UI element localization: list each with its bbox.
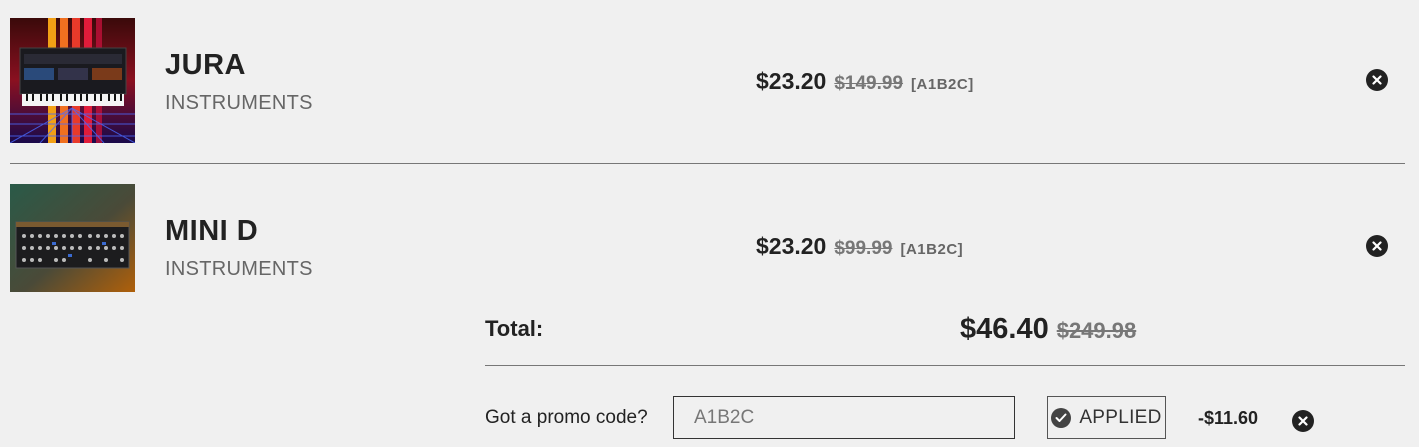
close-icon <box>1372 241 1382 251</box>
product-name[interactable]: MINI D <box>165 215 258 248</box>
promo-code-tag: [A1B2C] <box>911 76 974 93</box>
total-divider <box>485 365 1405 366</box>
total-price: $46.40 <box>960 313 1049 345</box>
sale-price: $23.20 <box>756 233 827 259</box>
promo-label: Got a promo code? <box>485 407 648 428</box>
price-group: $23.20 $149.99 [A1B2C] <box>756 68 974 95</box>
original-price: $149.99 <box>834 73 904 94</box>
promo-discount: -$11.60 <box>1198 408 1259 428</box>
total-price-group: $46.40 $249.98 <box>960 313 1136 346</box>
product-thumbnail[interactable] <box>10 184 135 292</box>
price-group: $23.20 $99.99 [A1B2C] <box>756 233 963 260</box>
total-label: Total: <box>485 316 544 341</box>
remove-item-button[interactable] <box>1366 235 1388 257</box>
check-circle-icon <box>1051 407 1072 428</box>
promo-applied-button[interactable]: APPLIED <box>1047 396 1166 439</box>
product-category: INSTRUMENTS <box>165 258 313 280</box>
product-thumbnail[interactable] <box>10 18 135 143</box>
synth-thumbnail-panel-icon <box>10 184 135 292</box>
original-price: $99.99 <box>834 238 893 259</box>
close-icon <box>1372 75 1382 85</box>
close-icon <box>1298 416 1308 426</box>
product-category: INSTRUMENTS <box>165 92 313 114</box>
synth-thumbnail-sunset-icon <box>10 18 135 143</box>
cart-item: MINI D INSTRUMENTS $23.20 $99.99 [A1B2C] <box>10 184 1405 292</box>
remove-promo-button[interactable] <box>1292 410 1314 432</box>
applied-label: APPLIED <box>1079 406 1162 428</box>
promo-code-tag: [A1B2C] <box>900 241 964 258</box>
item-divider <box>10 163 1405 164</box>
cart-item: JURA INSTRUMENTS $23.20 $149.99 [A1B2C] <box>10 18 1405 143</box>
total-original-price: $249.98 <box>1056 318 1137 343</box>
product-name[interactable]: JURA <box>165 49 246 82</box>
promo-code-input[interactable] <box>673 396 1015 439</box>
remove-item-button[interactable] <box>1366 69 1388 91</box>
sale-price: $23.20 <box>756 68 827 94</box>
